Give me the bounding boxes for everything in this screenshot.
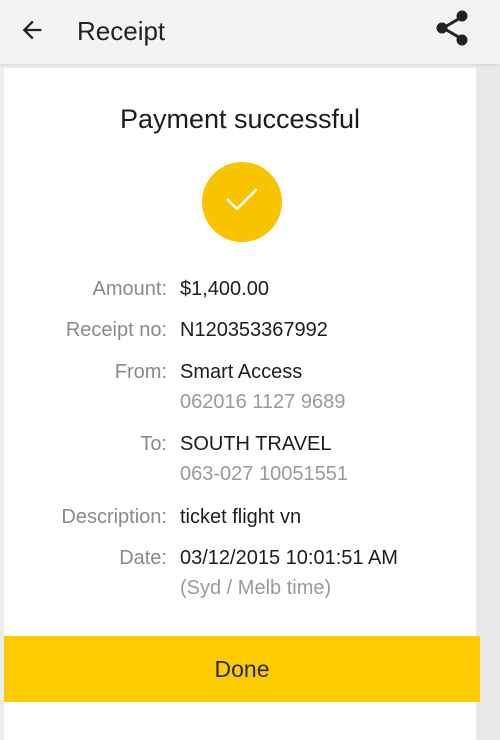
app-bar: Receipt xyxy=(0,0,500,64)
date-label: Date: xyxy=(119,547,167,569)
receipt-no-value: N120353367992 xyxy=(180,319,328,341)
from-account-number: 062016 1127 9689 xyxy=(180,391,346,413)
receipt-card: Payment successful Amount: $1,400.00 Rec… xyxy=(4,68,480,740)
amount-label: Amount: xyxy=(92,278,167,300)
receipt-no-row: Receipt no: N120353367992 xyxy=(4,314,476,346)
date-row: Date: 03/12/2015 10:01:51 AM (Syd / Melb… xyxy=(4,542,476,599)
from-name: Smart Access xyxy=(180,361,303,383)
date-value: 03/12/2015 10:01:51 AM xyxy=(180,547,398,569)
amount-value: $1,400.00 xyxy=(180,278,269,300)
description-row: Description: ticket flight vn xyxy=(4,501,476,533)
amount-row: Amount: $1,400.00 xyxy=(4,273,476,305)
to-row: To: SOUTH TRAVEL 063-027 10051551 xyxy=(4,428,476,485)
description-value: ticket flight vn xyxy=(180,506,302,528)
arrow-back-icon xyxy=(18,16,46,49)
to-label: To: xyxy=(140,433,167,455)
from-label: From: xyxy=(114,361,167,383)
to-account-number: 063-027 10051551 xyxy=(180,463,348,485)
back-button[interactable] xyxy=(12,12,52,52)
to-name: SOUTH TRAVEL xyxy=(180,433,332,455)
success-badge xyxy=(202,162,282,242)
done-button[interactable]: Done xyxy=(4,636,480,702)
payment-status-heading: Payment successful xyxy=(119,104,361,134)
timezone-note: (Syd / Melb time) xyxy=(180,577,332,599)
description-label: Description: xyxy=(61,506,167,528)
share-icon xyxy=(434,8,470,53)
share-button[interactable] xyxy=(428,8,476,52)
from-row: From: Smart Access 062016 1127 9689 xyxy=(4,356,476,413)
check-icon xyxy=(224,186,260,219)
page-title: Receipt xyxy=(77,16,166,46)
receipt-no-label: Receipt no: xyxy=(65,319,167,341)
